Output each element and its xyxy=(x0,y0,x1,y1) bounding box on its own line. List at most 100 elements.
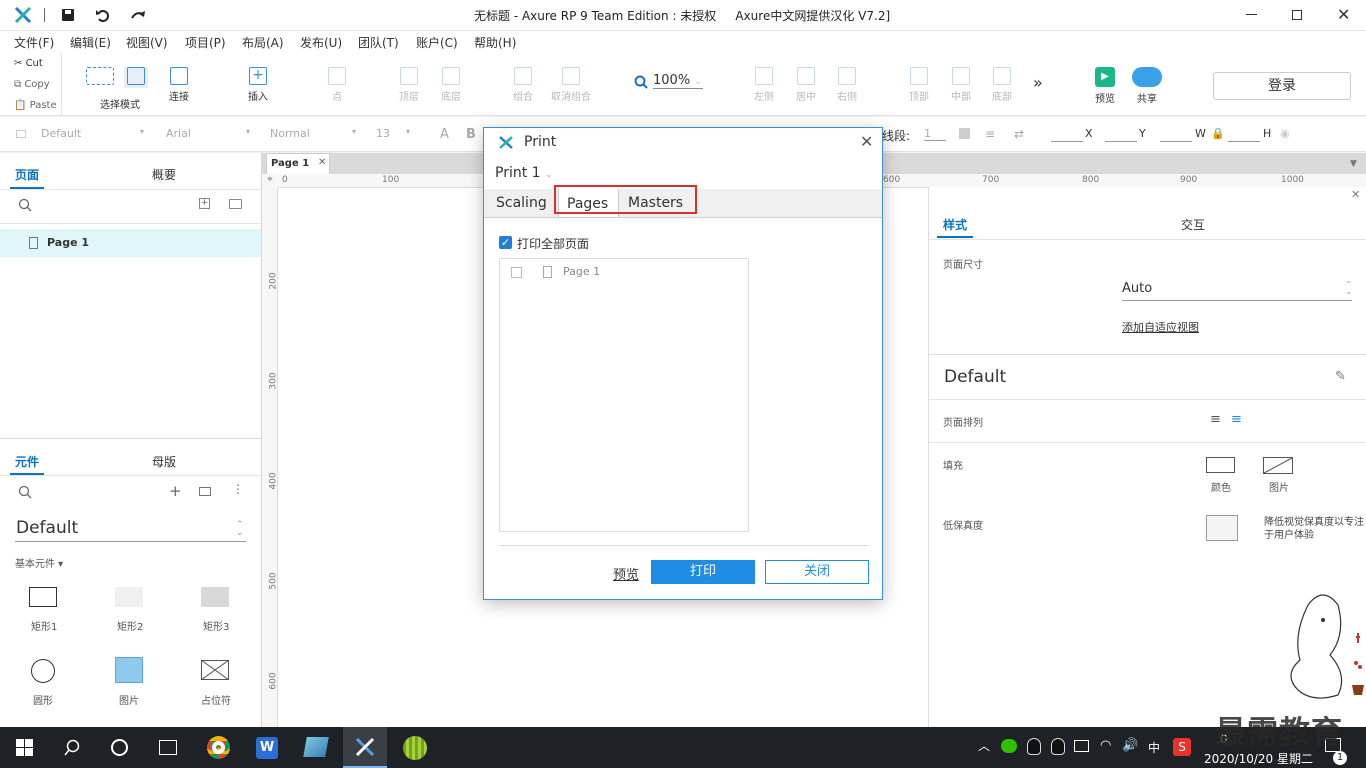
line-style-icon[interactable]: ≡ xyxy=(985,127,995,141)
app-icon[interactable] xyxy=(403,736,427,760)
tab-outline[interactable]: 概要 xyxy=(152,166,176,183)
canvas-tab[interactable]: Page 1 ✕ xyxy=(266,153,330,174)
align-left-page-icon[interactable]: ≡ xyxy=(1210,413,1221,426)
add-folder-icon[interactable] xyxy=(229,199,242,209)
menu-item[interactable]: 团队(T) xyxy=(358,34,399,51)
print-button[interactable]: 打印 xyxy=(651,560,755,584)
minimize-button[interactable] xyxy=(1246,14,1257,15)
redo-icon[interactable] xyxy=(130,8,146,22)
fill-image-icon[interactable] xyxy=(1263,457,1293,474)
fill-color-swatch[interactable] xyxy=(1206,457,1235,473)
copy-button[interactable]: ⧉ Copy xyxy=(14,79,50,90)
print-all-checkbox[interactable]: ✓ xyxy=(499,236,512,249)
ungroup-button[interactable]: 取消组合 xyxy=(548,67,594,103)
page-checkbox[interactable] xyxy=(511,267,522,278)
weight-select[interactable]: Normal xyxy=(270,127,310,140)
search-icon[interactable] xyxy=(18,485,32,499)
cortana-icon[interactable] xyxy=(111,739,128,756)
tab-list-icon[interactable]: ▼ xyxy=(1350,159,1357,169)
font-color-icon[interactable]: A xyxy=(440,127,449,142)
rectangle2-icon[interactable] xyxy=(115,587,143,607)
add-library-icon[interactable]: + xyxy=(169,482,182,500)
edit-style-icon[interactable]: ✎ xyxy=(1335,369,1346,384)
menu-item[interactable]: 编辑(E) xyxy=(70,34,111,51)
menu-item[interactable]: 视图(V) xyxy=(126,34,168,51)
volume-icon[interactable]: 🔊 xyxy=(1122,738,1138,753)
align-center-page-icon[interactable]: ≡ xyxy=(1231,413,1242,426)
add-adaptive-view-link[interactable]: 添加自适应视图 xyxy=(1122,319,1199,335)
close-window-button[interactable]: ✕ xyxy=(1337,5,1350,24)
qq-icon[interactable] xyxy=(1027,738,1041,755)
point-button[interactable]: 点 xyxy=(325,67,349,103)
visibility-icon[interactable]: ◉ xyxy=(1280,127,1290,140)
more-chevron-icon[interactable]: » xyxy=(1033,73,1043,92)
more-options-icon[interactable]: ⋮ xyxy=(232,482,244,496)
page-row-selected[interactable]: Page 1 xyxy=(0,229,261,257)
image-icon[interactable] xyxy=(115,657,143,683)
y-input[interactable] xyxy=(1105,141,1137,142)
tab-pages[interactable]: 页面 xyxy=(15,166,39,183)
menu-item[interactable]: 项目(P) xyxy=(185,34,226,51)
library-menu-icon[interactable] xyxy=(199,487,211,496)
w-input[interactable] xyxy=(1160,141,1192,142)
close-dialog-button[interactable]: ✕ xyxy=(860,132,873,151)
tab-interactions[interactable]: 交互 xyxy=(1181,216,1205,233)
chevron-up-icon[interactable]: ︿ xyxy=(978,737,990,754)
print-preset-select[interactable]: Print 1 ⌄ xyxy=(495,165,553,181)
chrome-icon[interactable] xyxy=(207,736,230,759)
tab-masters[interactable]: 母版 xyxy=(152,453,176,470)
font-select[interactable]: Arial xyxy=(166,127,191,140)
h-input[interactable] xyxy=(1228,141,1260,142)
clock-date[interactable]: 2020/10/20 星期二 xyxy=(1204,750,1313,767)
qq-icon[interactable] xyxy=(1051,738,1065,755)
menu-item[interactable]: 帮助(H) xyxy=(474,34,516,51)
x-input[interactable] xyxy=(1051,141,1083,142)
align-top-button[interactable]: 顶部 xyxy=(907,67,931,103)
group-button[interactable]: 组合 xyxy=(510,67,536,103)
rectangle1-icon[interactable] xyxy=(29,587,57,607)
select-contain-button[interactable] xyxy=(124,67,148,88)
align-bottom-button[interactable]: 底部 xyxy=(990,67,1014,103)
tab-style[interactable]: 样式 xyxy=(943,216,967,233)
menu-item[interactable]: 账户(C) xyxy=(416,34,458,51)
save-icon[interactable] xyxy=(61,8,75,22)
wps-writer-icon[interactable]: W xyxy=(256,737,278,759)
menu-item[interactable]: 布局(A) xyxy=(242,34,284,51)
select-intersect-button[interactable] xyxy=(86,67,114,88)
maximize-button[interactable] xyxy=(1292,10,1302,20)
align-left-button[interactable]: 左侧 xyxy=(752,67,776,103)
send-to-back-button[interactable]: 底层 xyxy=(438,67,464,103)
preview-link[interactable]: 预览 xyxy=(613,564,639,583)
close-button[interactable]: 关闭 xyxy=(765,560,869,584)
close-tab-icon[interactable]: ✕ xyxy=(318,157,326,168)
ime-indicator[interactable]: 中 xyxy=(1148,739,1160,756)
page-size-select[interactable]: Auto ⌃ ⌄ xyxy=(1122,281,1352,301)
share-button[interactable]: 共享 xyxy=(1130,67,1164,105)
font-size-select[interactable]: 13 xyxy=(376,127,390,140)
add-page-icon[interactable]: + xyxy=(199,198,210,209)
bring-to-front-button[interactable]: 顶层 xyxy=(396,67,422,103)
rectangle3-icon[interactable] xyxy=(201,587,229,607)
axure-taskbar-button[interactable] xyxy=(343,727,387,768)
battery-icon[interactable] xyxy=(1074,740,1089,752)
insert-button[interactable]: + 插入 xyxy=(240,67,276,103)
placeholder-icon[interactable] xyxy=(201,660,229,680)
search-icon[interactable] xyxy=(18,198,32,212)
tab-widgets[interactable]: 元件 xyxy=(15,453,39,470)
line-color-swatch[interactable] xyxy=(959,128,970,139)
cut-button[interactable]: ✂ Cut xyxy=(14,58,43,69)
arrow-style-icon[interactable]: ⇄ xyxy=(1014,127,1024,141)
lock-icon[interactable]: 🔒 xyxy=(1211,127,1225,140)
menu-item[interactable]: 文件(F) xyxy=(14,34,54,51)
sogou-icon[interactable]: S xyxy=(1173,738,1191,756)
preview-button[interactable]: ▶ 预览 xyxy=(1092,67,1118,105)
wechat-icon[interactable] xyxy=(1001,739,1017,753)
menu-item[interactable]: 发布(U) xyxy=(300,34,342,51)
bold-icon[interactable]: B xyxy=(466,127,476,142)
task-view-icon[interactable] xyxy=(159,740,177,755)
align-middle-button[interactable]: 中部 xyxy=(949,67,973,103)
zoom-select[interactable]: 100% ⌄ xyxy=(653,73,703,89)
align-center-button[interactable]: 居中 xyxy=(794,67,818,103)
undo-icon[interactable] xyxy=(95,8,110,22)
low-fidelity-toggle[interactable] xyxy=(1206,515,1238,541)
